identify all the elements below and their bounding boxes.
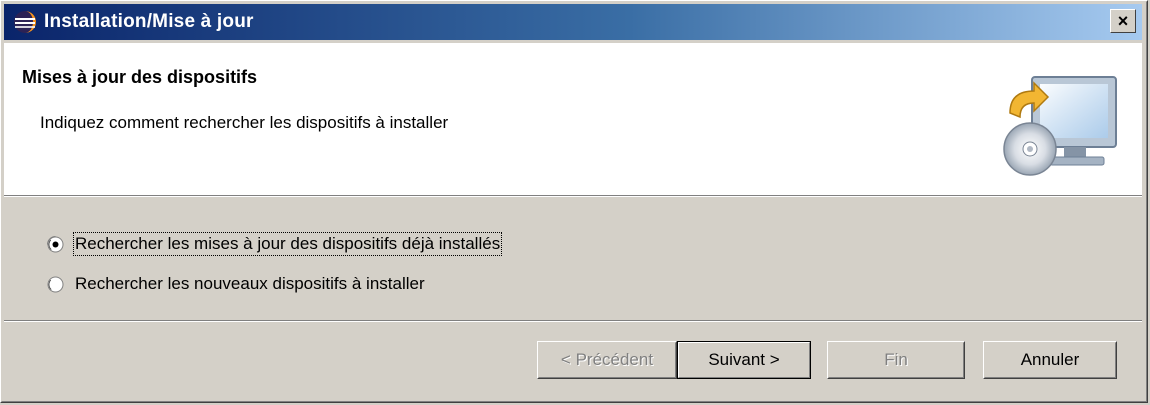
close-icon: × — [1117, 11, 1129, 31]
option-label-new-features: Rechercher les nouveaux dispositifs à in… — [75, 274, 425, 293]
search-options-group: Rechercher les mises à jour des disposit… — [47, 229, 503, 309]
computer-cd-update-icon — [1000, 73, 1120, 183]
option-label-update-installed: Rechercher les mises à jour des disposit… — [72, 232, 503, 256]
title-bar[interactable]: Installation/Mise à jour × — [4, 4, 1142, 40]
cancel-button[interactable]: Annuler — [983, 341, 1117, 379]
option-update-installed[interactable]: Rechercher les mises à jour des disposit… — [47, 229, 503, 259]
button-bar-separator — [4, 320, 1142, 322]
next-button-label: Suivant > — [708, 350, 780, 369]
radio-unselected-icon[interactable] — [47, 276, 64, 293]
wizard-banner: Mises à jour des dispositifs Indiquez co… — [4, 43, 1142, 195]
previous-button-label: < Précédent — [560, 350, 654, 369]
close-button[interactable]: × — [1110, 9, 1136, 33]
cancel-button-label: Annuler — [1020, 350, 1080, 369]
finish-button-label: Fin — [884, 350, 908, 369]
radio-selected-icon[interactable] — [47, 235, 64, 253]
banner-description: Indiquez comment rechercher les disposit… — [40, 113, 449, 132]
banner-title: Mises à jour des dispositifs — [22, 67, 258, 87]
window-title: Installation/Mise à jour — [44, 11, 254, 32]
banner-separator — [4, 195, 1142, 197]
previous-button[interactable]: < Précédent — [537, 341, 677, 379]
option-new-features[interactable]: Rechercher les nouveaux dispositifs à in… — [47, 269, 500, 299]
wizard-window: Installation/Mise à jour × Mises à jour … — [0, 0, 1148, 403]
next-button[interactable]: Suivant > — [677, 341, 811, 379]
eclipse-icon — [12, 9, 38, 35]
finish-button[interactable]: Fin — [827, 341, 965, 379]
